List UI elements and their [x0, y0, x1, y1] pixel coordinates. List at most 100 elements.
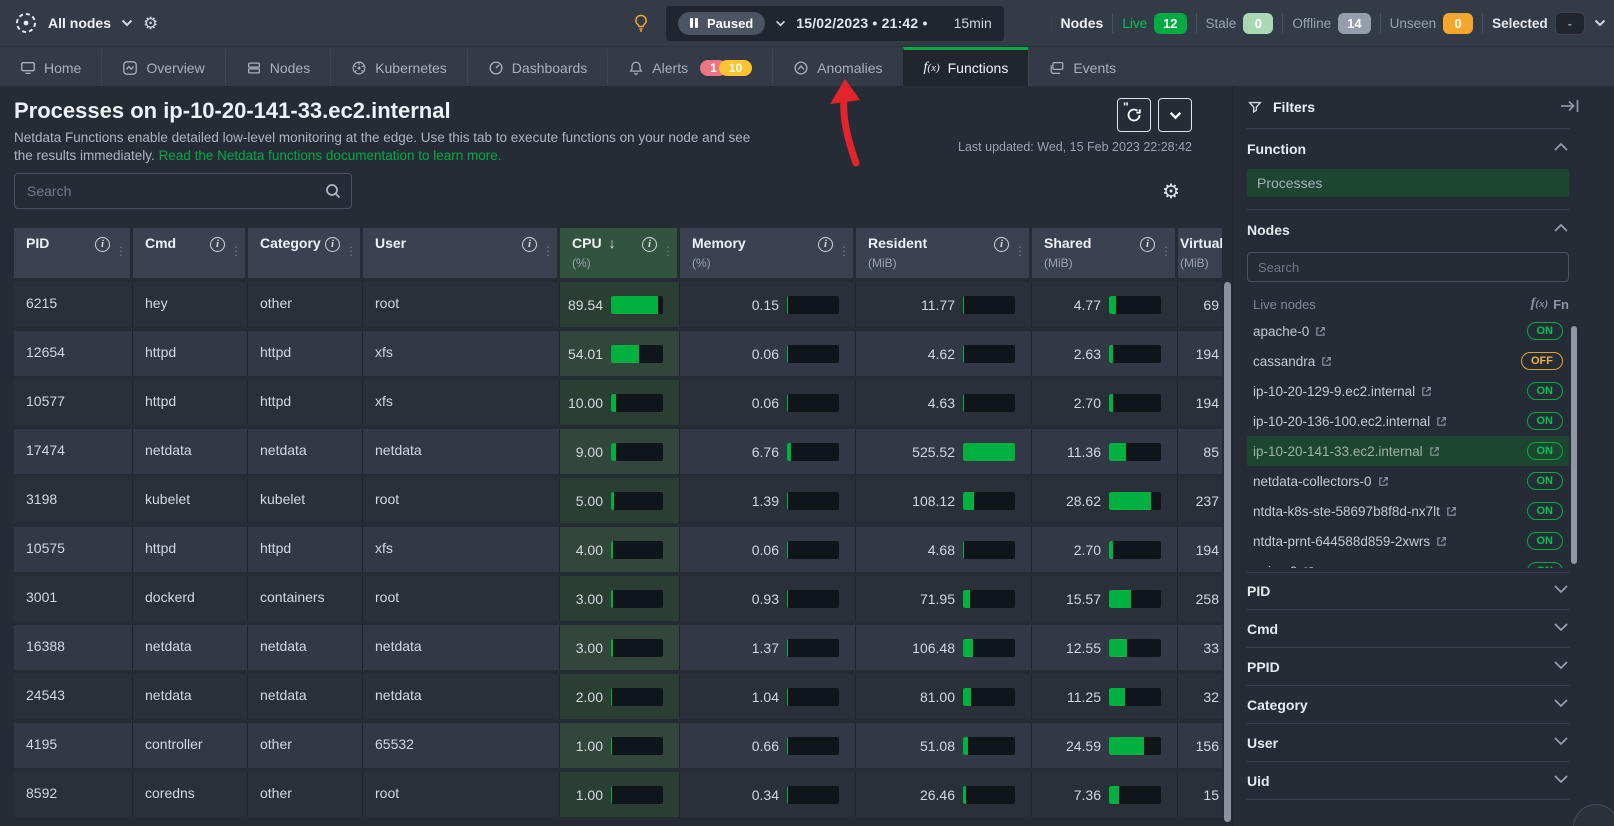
external-link-icon[interactable]: [1321, 356, 1332, 367]
node-fn-toggle[interactable]: ON: [1527, 532, 1564, 550]
node-item[interactable]: ntdta-k8s-ste-58697b8f8d-nx7ltON: [1247, 496, 1569, 526]
external-link-icon[interactable]: [1446, 506, 1457, 517]
column-header-cmd[interactable]: Cmdi⋮: [133, 228, 248, 278]
node-fn-toggle[interactable]: ON: [1527, 472, 1564, 490]
node-item[interactable]: netdata-collectors-0ON: [1247, 466, 1569, 496]
info-icon[interactable]: i: [1140, 237, 1155, 252]
nodes-unseen[interactable]: Unseen 0: [1390, 13, 1474, 34]
space-label[interactable]: All nodes: [48, 15, 111, 31]
column-menu-icon[interactable]: ⋮: [1014, 244, 1026, 258]
chevron-down-icon[interactable]: [1553, 772, 1569, 790]
column-menu-icon[interactable]: ⋮: [542, 244, 554, 258]
chevron-up-icon[interactable]: [1553, 221, 1569, 239]
column-header-virtual[interactable]: Virtual(MiB): [1178, 228, 1222, 278]
external-link-icon[interactable]: [1436, 536, 1447, 547]
pause-button[interactable]: Paused: [678, 12, 765, 35]
node-fn-toggle[interactable]: OFF: [1521, 352, 1563, 370]
column-header-memory[interactable]: Memory(%)i⋮: [680, 228, 856, 278]
chevron-down-icon[interactable]: [775, 20, 786, 27]
floating-button-partial[interactable]: [1573, 804, 1614, 826]
info-icon[interactable]: i: [95, 237, 110, 252]
tab-functions[interactable]: f(x)Functions: [903, 47, 1029, 86]
chevron-down-icon[interactable]: [1553, 620, 1569, 638]
filter-section-ppid[interactable]: PPID: [1247, 648, 1569, 686]
nodes-search-input[interactable]: [1247, 252, 1569, 282]
node-item[interactable]: cassandraOFF: [1247, 346, 1569, 376]
external-link-icon[interactable]: [1421, 386, 1432, 397]
tab-alerts[interactable]: Alerts110: [607, 47, 772, 86]
node-item[interactable]: ip-10-20-129-9.ec2.internalON: [1247, 376, 1569, 406]
node-item[interactable]: ntdta-prnt-644588d859-2xwrsON: [1247, 526, 1569, 556]
external-link-icon[interactable]: [1436, 416, 1447, 427]
info-icon[interactable]: i: [522, 237, 537, 252]
tab-home[interactable]: Home: [0, 47, 101, 86]
external-link-icon[interactable]: [1378, 476, 1389, 487]
column-menu-icon[interactable]: ⋮: [115, 244, 127, 258]
node-item[interactable]: ip-10-20-136-100.ec2.internalON: [1247, 406, 1569, 436]
info-icon[interactable]: i: [210, 237, 225, 252]
filter-section-function[interactable]: Function: [1247, 129, 1569, 169]
tab-anomalies[interactable]: Anomalies: [772, 47, 902, 86]
info-icon[interactable]: i: [642, 237, 657, 252]
refresh-button[interactable]: ": [1117, 98, 1151, 132]
filter-section-nodes[interactable]: Nodes: [1247, 210, 1569, 250]
function-selected-item[interactable]: Processes: [1247, 169, 1569, 197]
column-header-resident[interactable]: Resident(MiB)i⋮: [856, 228, 1032, 278]
column-header-cpu[interactable]: CPU↓(%)i⋮: [560, 228, 680, 278]
column-header-category[interactable]: Categoryi⋮: [248, 228, 363, 278]
chevron-down-icon[interactable]: [1594, 19, 1606, 27]
window-label[interactable]: 15min: [954, 15, 992, 31]
filter-section-user[interactable]: User: [1247, 724, 1569, 762]
node-fn-toggle[interactable]: ON: [1527, 322, 1564, 340]
info-icon[interactable]: i: [325, 237, 340, 252]
node-item[interactable]: apache-0ON: [1247, 316, 1569, 346]
info-icon[interactable]: i: [818, 237, 833, 252]
datetime-label[interactable]: 15/02/2023 • 21:42 •: [796, 15, 927, 31]
node-fn-toggle[interactable]: ON: [1527, 562, 1564, 568]
node-fn-toggle[interactable]: ON: [1527, 412, 1564, 430]
tab-nodes[interactable]: Nodes: [225, 47, 330, 86]
refresh-options-button[interactable]: [1158, 98, 1192, 132]
node-fn-toggle[interactable]: ON: [1527, 442, 1564, 460]
docs-link[interactable]: Read the Netdata functions documentation…: [159, 148, 502, 163]
chevron-down-icon[interactable]: [1553, 734, 1569, 752]
tab-events[interactable]: Events: [1028, 47, 1136, 86]
column-header-pid[interactable]: PIDi⋮: [14, 228, 133, 278]
gear-icon[interactable]: ⚙: [143, 15, 158, 32]
filter-section-category[interactable]: Category: [1247, 686, 1569, 724]
space-selector[interactable]: All nodes ⚙: [14, 0, 158, 46]
nodes-stale[interactable]: Stale 0: [1206, 13, 1274, 34]
tab-overview[interactable]: Overview: [101, 47, 224, 86]
nodes-live[interactable]: Live 12: [1122, 13, 1186, 34]
node-fn-toggle[interactable]: ON: [1527, 502, 1564, 520]
node-item[interactable]: nginx-0ON: [1247, 556, 1569, 568]
column-header-shared[interactable]: Shared(MiB)i⋮: [1032, 228, 1178, 278]
chevron-up-icon[interactable]: [1553, 140, 1569, 158]
node-fn-toggle[interactable]: ON: [1527, 382, 1564, 400]
nodes-offline[interactable]: Offline 14: [1292, 13, 1370, 34]
column-menu-icon[interactable]: ⋮: [230, 244, 242, 258]
sort-desc-icon[interactable]: ↓: [609, 235, 616, 251]
chevron-down-icon[interactable]: [1553, 696, 1569, 714]
node-item[interactable]: ip-10-20-141-33.ec2.internalON: [1247, 436, 1569, 466]
bulb-icon[interactable]: [630, 12, 652, 34]
external-link-icon[interactable]: [1303, 566, 1314, 569]
nodes-selected[interactable]: Selected -: [1492, 12, 1585, 35]
column-menu-icon[interactable]: ⋮: [345, 244, 357, 258]
external-link-icon[interactable]: [1315, 326, 1326, 337]
search-input[interactable]: [14, 173, 352, 209]
column-menu-icon[interactable]: ⋮: [1160, 244, 1172, 258]
nodes-list-scrollbar[interactable]: [1571, 326, 1577, 564]
filter-section-cmd[interactable]: Cmd: [1247, 610, 1569, 648]
column-menu-icon[interactable]: ⋮: [662, 244, 674, 258]
filter-section-pid[interactable]: PID: [1247, 572, 1569, 610]
filter-section-uid[interactable]: Uid: [1247, 762, 1569, 800]
table-settings-gear-icon[interactable]: ⚙: [1162, 179, 1180, 204]
tab-dashboards[interactable]: Dashboards: [467, 47, 608, 86]
table-scrollbar[interactable]: [1224, 282, 1231, 822]
column-menu-icon[interactable]: ⋮: [838, 244, 850, 258]
chevron-down-icon[interactable]: [1553, 658, 1569, 676]
chevron-down-icon[interactable]: [121, 19, 133, 27]
external-link-icon[interactable]: [1429, 446, 1440, 457]
tab-kubernetes[interactable]: Kubernetes: [330, 47, 467, 86]
